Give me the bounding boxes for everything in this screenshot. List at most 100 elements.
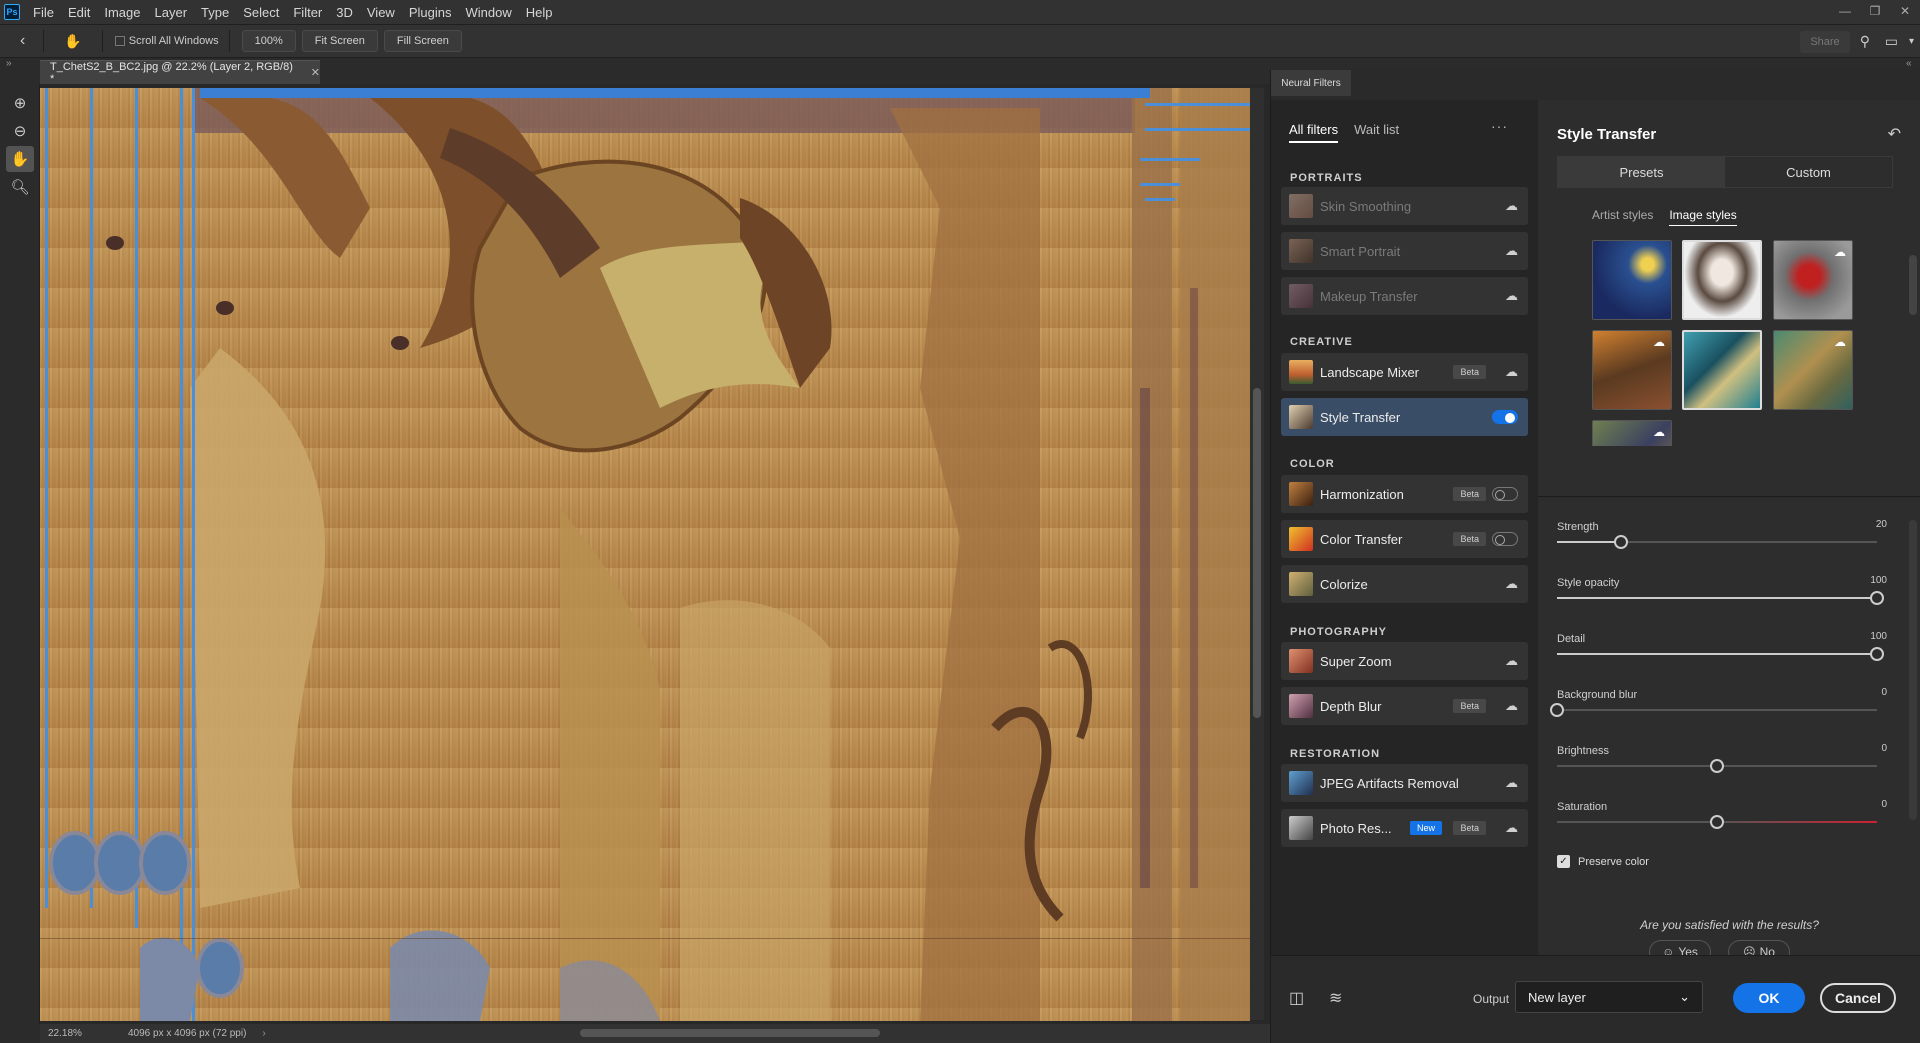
neural-filters-tab[interactable]: Neural Filters [1271,70,1351,96]
menu-view[interactable]: View [360,5,402,20]
filter-smart-portrait[interactable]: Smart Portrait ☁ [1281,232,1528,270]
menu-filter[interactable]: Filter [286,5,329,20]
slider-track[interactable] [1557,647,1884,661]
filter-super-zoom[interactable]: Super Zoom ☁ [1281,642,1528,680]
canvas-horizontal-scrollbar[interactable] [580,1029,880,1037]
red-poppy-style[interactable]: ☁ [1773,240,1853,320]
canvas-vertical-scrollbar[interactable] [1250,88,1264,1020]
hand-tool-icon[interactable]: ✋ [64,33,81,50]
brightness-slider[interactable]: Brightness 0 [1557,743,1887,773]
cloud-download-icon[interactable]: ☁ [1653,425,1665,439]
swirl-abstract-style[interactable]: ☁ [1773,330,1853,410]
saturation-slider[interactable]: Saturation 0 [1557,799,1887,829]
cloud-download-icon[interactable]: ☁ [1834,245,1846,259]
filter-style-transfer[interactable]: Style Transfer [1281,398,1528,436]
cloud-download-icon[interactable]: ☁ [1505,820,1518,836]
filter-landscape-mixer[interactable]: Landscape Mixer Beta ☁ [1281,353,1528,391]
style-opacity-slider[interactable]: Style opacity 100 [1557,575,1887,605]
slider-track[interactable] [1550,703,1877,717]
slider-knob[interactable] [1870,647,1884,661]
cloud-download-icon[interactable]: ☁ [1834,335,1846,349]
background-blur-slider[interactable]: Background blur 0 [1550,687,1887,717]
style-transfer-toggle[interactable] [1492,410,1518,424]
preserve-color-checkbox[interactable]: ✓ Preserve color [1557,855,1649,868]
filter-harmonization[interactable]: Harmonization Beta [1281,475,1528,513]
fit-screen-button[interactable]: Fit Screen [301,30,378,52]
slider-knob[interactable] [1710,815,1724,829]
cloud-download-icon[interactable]: ☁ [1505,243,1518,259]
detail-slider[interactable]: Detail 100 [1557,631,1887,661]
menu-select[interactable]: Select [236,5,286,20]
close-icon[interactable]: ✕ [1890,0,1920,24]
slider-track[interactable] [1557,815,1877,829]
painted-figures-style[interactable]: ☁ [1592,420,1672,446]
cloud-download-icon[interactable]: ☁ [1505,698,1518,714]
filter-skin-smoothing[interactable]: Skin Smoothing ☁ [1281,187,1528,225]
menu-help[interactable]: Help [519,5,560,20]
back-chevron-icon[interactable]: ‹ [20,32,25,50]
zoom-100-button[interactable]: 100% [241,30,296,52]
menu-edit[interactable]: Edit [61,5,97,20]
collapse-panels-icon[interactable]: « [1906,58,1912,70]
zoom-tool-icon[interactable]: 🔍︎ [6,174,34,200]
workspace-icon[interactable]: ▭ [1885,33,1898,50]
teal-abstract-style[interactable] [1682,330,1762,410]
cloud-download-icon[interactable]: ☁ [1505,364,1518,380]
menu-3d[interactable]: 3D [329,5,360,20]
menu-window[interactable]: Window [458,5,518,20]
ok-button[interactable]: OK [1733,983,1805,1013]
tab-all-filters[interactable]: All filters [1289,122,1339,143]
zoom-in-icon[interactable]: ⊕ [6,90,34,116]
color-transfer-toggle[interactable] [1492,532,1518,546]
canvas-area[interactable] [40,84,1270,1024]
close-tab-icon[interactable]: ✕ [311,66,320,79]
restore-icon[interactable]: ❐ [1860,0,1890,24]
slider-track[interactable] [1557,759,1877,773]
scroll-all-windows-checkbox[interactable]: Scroll All Windows [114,35,219,47]
cloud-download-icon[interactable]: ☁ [1505,775,1518,791]
output-select[interactable]: New layer ⌄ [1515,981,1703,1013]
scroll-thumb[interactable] [1253,388,1261,718]
the-scream-style[interactable]: ☁ [1592,330,1672,410]
layers-icon[interactable]: ≋ [1329,988,1342,1008]
menu-type[interactable]: Type [194,5,236,20]
hand-tool-icon[interactable]: ✋ [6,146,34,172]
harmonization-toggle[interactable] [1492,487,1518,501]
starry-night-style[interactable] [1592,240,1672,320]
minimize-icon[interactable]: — [1830,0,1860,24]
share-button[interactable]: Share [1800,31,1850,53]
fill-screen-button[interactable]: Fill Screen [383,30,462,52]
zoom-out-icon[interactable]: ⊖ [6,118,34,144]
filter-colorize[interactable]: Colorize ☁ [1281,565,1528,603]
tab-presets[interactable]: Presets [1558,157,1725,187]
tab-custom[interactable]: Custom [1725,157,1892,187]
chevron-down-icon[interactable]: ▾ [1909,36,1914,47]
slider-track[interactable] [1557,591,1884,605]
menu-image[interactable]: Image [97,5,147,20]
slider-knob[interactable] [1870,591,1884,605]
before-after-icon[interactable]: ◫ [1289,988,1304,1008]
gallery-scrollbar[interactable] [1909,255,1917,315]
document-tab[interactable]: T_ChetS2_B_BC2.jpg @ 22.2% (Layer 2, RGB… [40,60,320,85]
chevron-right-icon[interactable]: › [262,1028,265,1039]
sketch-portrait-style[interactable] [1682,240,1762,320]
reset-icon[interactable]: ↶ [1888,124,1901,144]
slider-knob[interactable] [1614,535,1628,549]
more-options-icon[interactable]: ··· [1491,118,1508,134]
slider-knob[interactable] [1550,703,1564,717]
collapse-toolbar-icon[interactable]: » [6,58,12,70]
tab-wait-list[interactable]: Wait list [1354,122,1399,143]
cloud-download-icon[interactable]: ☁ [1505,198,1518,214]
cloud-download-icon[interactable]: ☁ [1505,653,1518,669]
menu-plugins[interactable]: Plugins [402,5,459,20]
photoshop-logo-icon[interactable]: Ps [4,4,20,20]
settings-scrollbar[interactable] [1909,520,1917,820]
cancel-button[interactable]: Cancel [1820,983,1896,1013]
filter-makeup-transfer[interactable]: Makeup Transfer ☁ [1281,277,1528,315]
filter-jpeg-artifacts-removal[interactable]: JPEG Artifacts Removal ☁ [1281,764,1528,802]
slider-knob[interactable] [1710,759,1724,773]
menu-layer[interactable]: Layer [148,5,195,20]
filter-color-transfer[interactable]: Color Transfer Beta [1281,520,1528,558]
search-icon[interactable]: ⚲ [1860,33,1870,50]
slider-track[interactable] [1557,535,1877,549]
